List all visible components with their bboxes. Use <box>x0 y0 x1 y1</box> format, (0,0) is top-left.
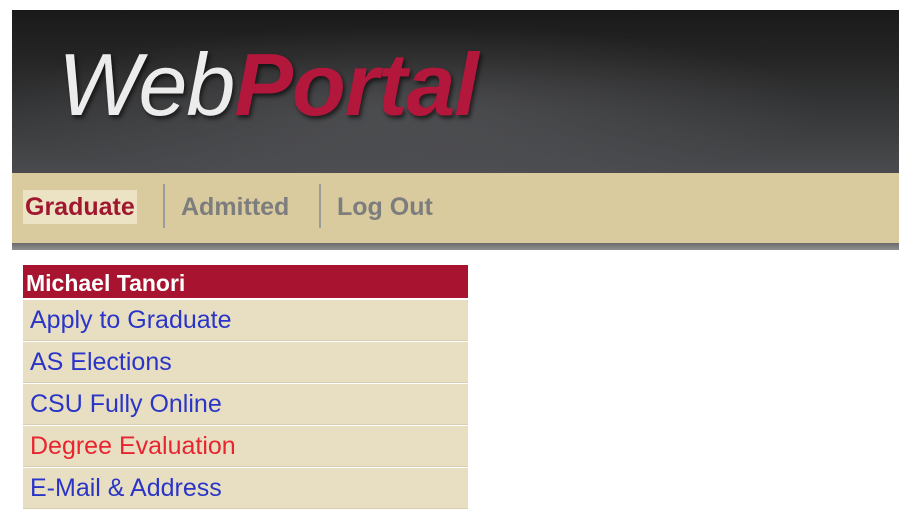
logo-web-text: Web <box>58 35 235 134</box>
logo-portal-text: Portal <box>234 35 478 134</box>
menu-item-as-elections[interactable]: AS Elections <box>23 341 468 383</box>
menu-item-degree-evaluation[interactable]: Degree Evaluation <box>23 425 468 467</box>
nav-link-log-out[interactable]: Log Out <box>337 190 433 224</box>
top-border <box>0 0 899 10</box>
top-nav-bar <box>12 173 899 243</box>
nav-tab-admitted[interactable]: Admitted <box>181 190 289 224</box>
nav-divider <box>319 184 321 228</box>
header-banner: WebPortal <box>12 10 899 173</box>
menu-user-name: Michael Tanori <box>23 265 468 299</box>
webportal-logo[interactable]: WebPortal <box>58 30 479 140</box>
menu-item-email-address[interactable]: E-Mail & Address <box>23 467 468 509</box>
nav-divider <box>163 184 165 228</box>
nav-bar-shadow <box>12 243 899 250</box>
menu-item-apply-to-graduate[interactable]: Apply to Graduate <box>23 299 468 341</box>
menu-item-csu-fully-online[interactable]: CSU Fully Online <box>23 383 468 425</box>
student-menu: Michael Tanori Apply to Graduate AS Elec… <box>23 265 468 509</box>
left-border <box>0 10 12 512</box>
nav-tab-graduate[interactable]: Graduate <box>23 190 137 224</box>
page: WebPortal Graduate Admitted Log Out Mich… <box>0 0 899 512</box>
